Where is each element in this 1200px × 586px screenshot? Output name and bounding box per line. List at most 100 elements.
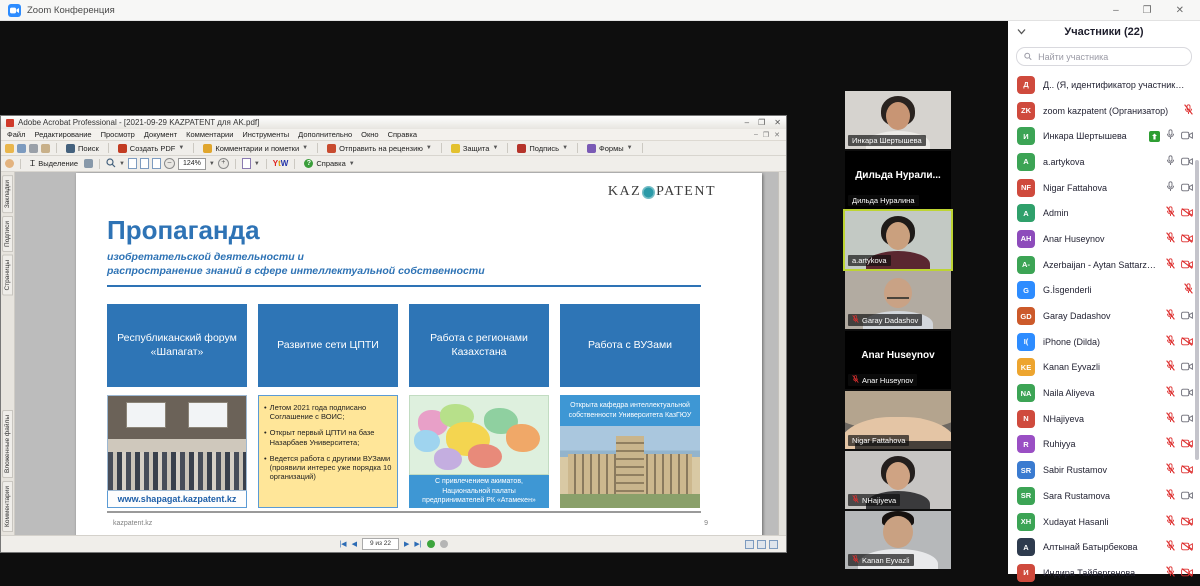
doc-restore-button[interactable]: ❐ [763,131,769,139]
video-thumbnail-Kanan Eyvazli[interactable]: Kanan Eyvazli [845,511,951,569]
camera-icon[interactable] [1181,410,1193,428]
video-thumbnail-Anar Huseynov[interactable]: Anar HuseynovAnar Huseynov [845,331,951,389]
camera-icon[interactable] [1181,127,1193,145]
menu-Комментарии[interactable]: Комментарии [186,130,233,139]
mic-muted-icon[interactable] [1184,102,1193,120]
participant-row[interactable]: I(iPhone (Dilda) [1008,329,1200,355]
actual-size-icon[interactable] [128,158,137,169]
acrobat-close-button[interactable]: ✕ [774,118,781,127]
camera-icon[interactable] [1181,307,1193,325]
sidebar-tab-Закладки[interactable]: Закладки [2,175,13,213]
snapshot-icon[interactable] [84,159,93,168]
формы-button[interactable]: Формы▼ [584,144,636,153]
print-icon[interactable] [29,144,38,153]
save-icon[interactable] [17,144,26,153]
single-page-view-icon[interactable] [745,540,754,549]
video-thumbnail-Инкара Шертышева[interactable]: Инкара Шертышева [845,91,951,149]
search-input[interactable] [1036,51,1184,63]
fit-width-icon[interactable] [152,158,161,169]
camera-off-icon[interactable] [1181,204,1193,222]
participant-row[interactable]: AAdmin [1008,200,1200,226]
participant-row[interactable]: XHXudayat Hasanli [1008,509,1200,535]
camera-off-icon[interactable] [1181,435,1193,453]
zoom-level-input[interactable]: 124% [178,158,206,170]
camera-off-icon[interactable] [1181,333,1193,351]
menu-Справка[interactable]: Справка [388,130,417,139]
maximize-button[interactable]: ❐ [1143,5,1152,16]
video-thumbnail-a.artykova[interactable]: a.artykova [845,211,951,269]
zoom-out-button[interactable]: – [164,158,175,169]
video-thumbnail-NHajiyeva[interactable]: NHajiyeva [845,451,951,509]
last-page-button[interactable]: ▶| [414,541,421,548]
select-tool-button[interactable]: ᏆВыделение [27,159,81,169]
подпись-button[interactable]: Подпись▼ [514,144,571,153]
mic-muted-icon[interactable] [1166,487,1175,505]
mic-muted-icon[interactable] [1166,435,1175,453]
menu-Просмотр[interactable]: Просмотр [101,130,135,139]
создать-pdf-button[interactable]: Создать PDF▼ [115,144,188,153]
mic-muted-icon[interactable] [1166,333,1175,351]
video-thumbnail-Nigar Fattahova[interactable]: Nigar Fattahova [845,391,951,449]
zoom-tool-icon[interactable] [106,155,116,173]
doc-minimize-button[interactable]: – [754,131,758,139]
camera-off-icon[interactable] [1181,256,1193,274]
participants-scrollbar[interactable] [1195,160,1199,460]
camera-off-icon[interactable] [1181,230,1193,248]
mic-muted-icon[interactable] [1166,538,1175,556]
защита-button[interactable]: Защита▼ [448,144,502,153]
mic-muted-icon[interactable] [1166,358,1175,376]
mic-muted-icon[interactable] [1166,230,1175,248]
participant-row[interactable]: AАлтынай Батырбекова [1008,534,1200,560]
video-thumbnail-Garay Dadashov[interactable]: Garay Dadashov [845,271,951,329]
participant-row[interactable]: NANaila Aliyeva [1008,380,1200,406]
menu-Дополнительно[interactable]: Дополнительно [298,130,352,139]
mic-icon[interactable] [1166,179,1175,197]
next-view-button[interactable] [440,540,448,548]
fit-page-icon[interactable] [140,158,149,169]
mic-muted-icon[interactable] [1166,307,1175,325]
participant-row[interactable]: ИИнкара Шертышева [1008,123,1200,149]
open-file-icon[interactable] [5,144,14,153]
menu-Редактирование[interactable]: Редактирование [34,130,91,139]
help-button[interactable]: ?Справка▼ [301,159,357,168]
participant-row[interactable]: RRuhiyya [1008,432,1200,458]
chevron-down-icon[interactable] [1017,28,1026,35]
participant-row[interactable]: SRSara Rustamova [1008,483,1200,509]
doc-close-button[interactable]: ✕ [774,131,780,139]
video-thumbnail-Дильда Нуралина[interactable]: Дильда Нурали...Дильда Нуралина [845,151,951,209]
mic-muted-icon[interactable] [1166,410,1175,428]
mic-muted-icon[interactable] [1166,513,1175,531]
комментарии-и-пометки-button[interactable]: Комментарии и пометки▼ [200,144,311,153]
camera-off-icon[interactable] [1181,564,1193,582]
participant-row[interactable]: ИИндира Тайбергенова [1008,560,1200,586]
document-scrollbar[interactable] [778,172,786,535]
participant-row[interactable]: A-Azerbaijan - Aytan Sattarzada [1008,252,1200,278]
plugin-logo[interactable]: YtW [273,159,289,168]
mic-muted-icon[interactable] [1166,461,1175,479]
continuous-view-icon[interactable] [757,540,766,549]
participant-row[interactable]: KEKanan Eyvazli [1008,355,1200,381]
camera-icon[interactable] [1181,358,1193,376]
camera-off-icon[interactable] [1181,461,1193,479]
camera-icon[interactable] [1181,179,1193,197]
close-button[interactable]: ✕ [1176,5,1184,16]
sidebar-tab-Вложенные файлы[interactable]: Вложенные файлы [2,410,13,478]
minimize-button[interactable]: – [1113,5,1119,16]
camera-off-icon[interactable] [1181,538,1193,556]
next-page-button[interactable]: ▶ [404,541,409,548]
facing-view-icon[interactable] [769,540,778,549]
participant-row[interactable]: AHAnar Huseynov [1008,226,1200,252]
first-page-button[interactable]: |◀ [339,541,346,548]
mic-icon[interactable] [1166,153,1175,171]
menu-Файл[interactable]: Файл [7,130,25,139]
camera-icon[interactable] [1181,384,1193,402]
participant-row[interactable]: Aa.artykova [1008,149,1200,175]
sidebar-tab-Подписи[interactable]: Подписи [2,216,13,252]
participant-row[interactable]: ДД.. (Я, идентификатор участника: 447846… [1008,72,1200,98]
mic-icon[interactable] [1166,127,1175,145]
participant-row[interactable]: NFNigar Fattahova [1008,175,1200,201]
search-button[interactable]: Поиск [63,144,102,153]
previous-page-button[interactable]: ◀ [352,541,357,548]
hand-tool-icon[interactable] [5,159,14,168]
acrobat-minimize-button[interactable]: – [745,118,749,127]
